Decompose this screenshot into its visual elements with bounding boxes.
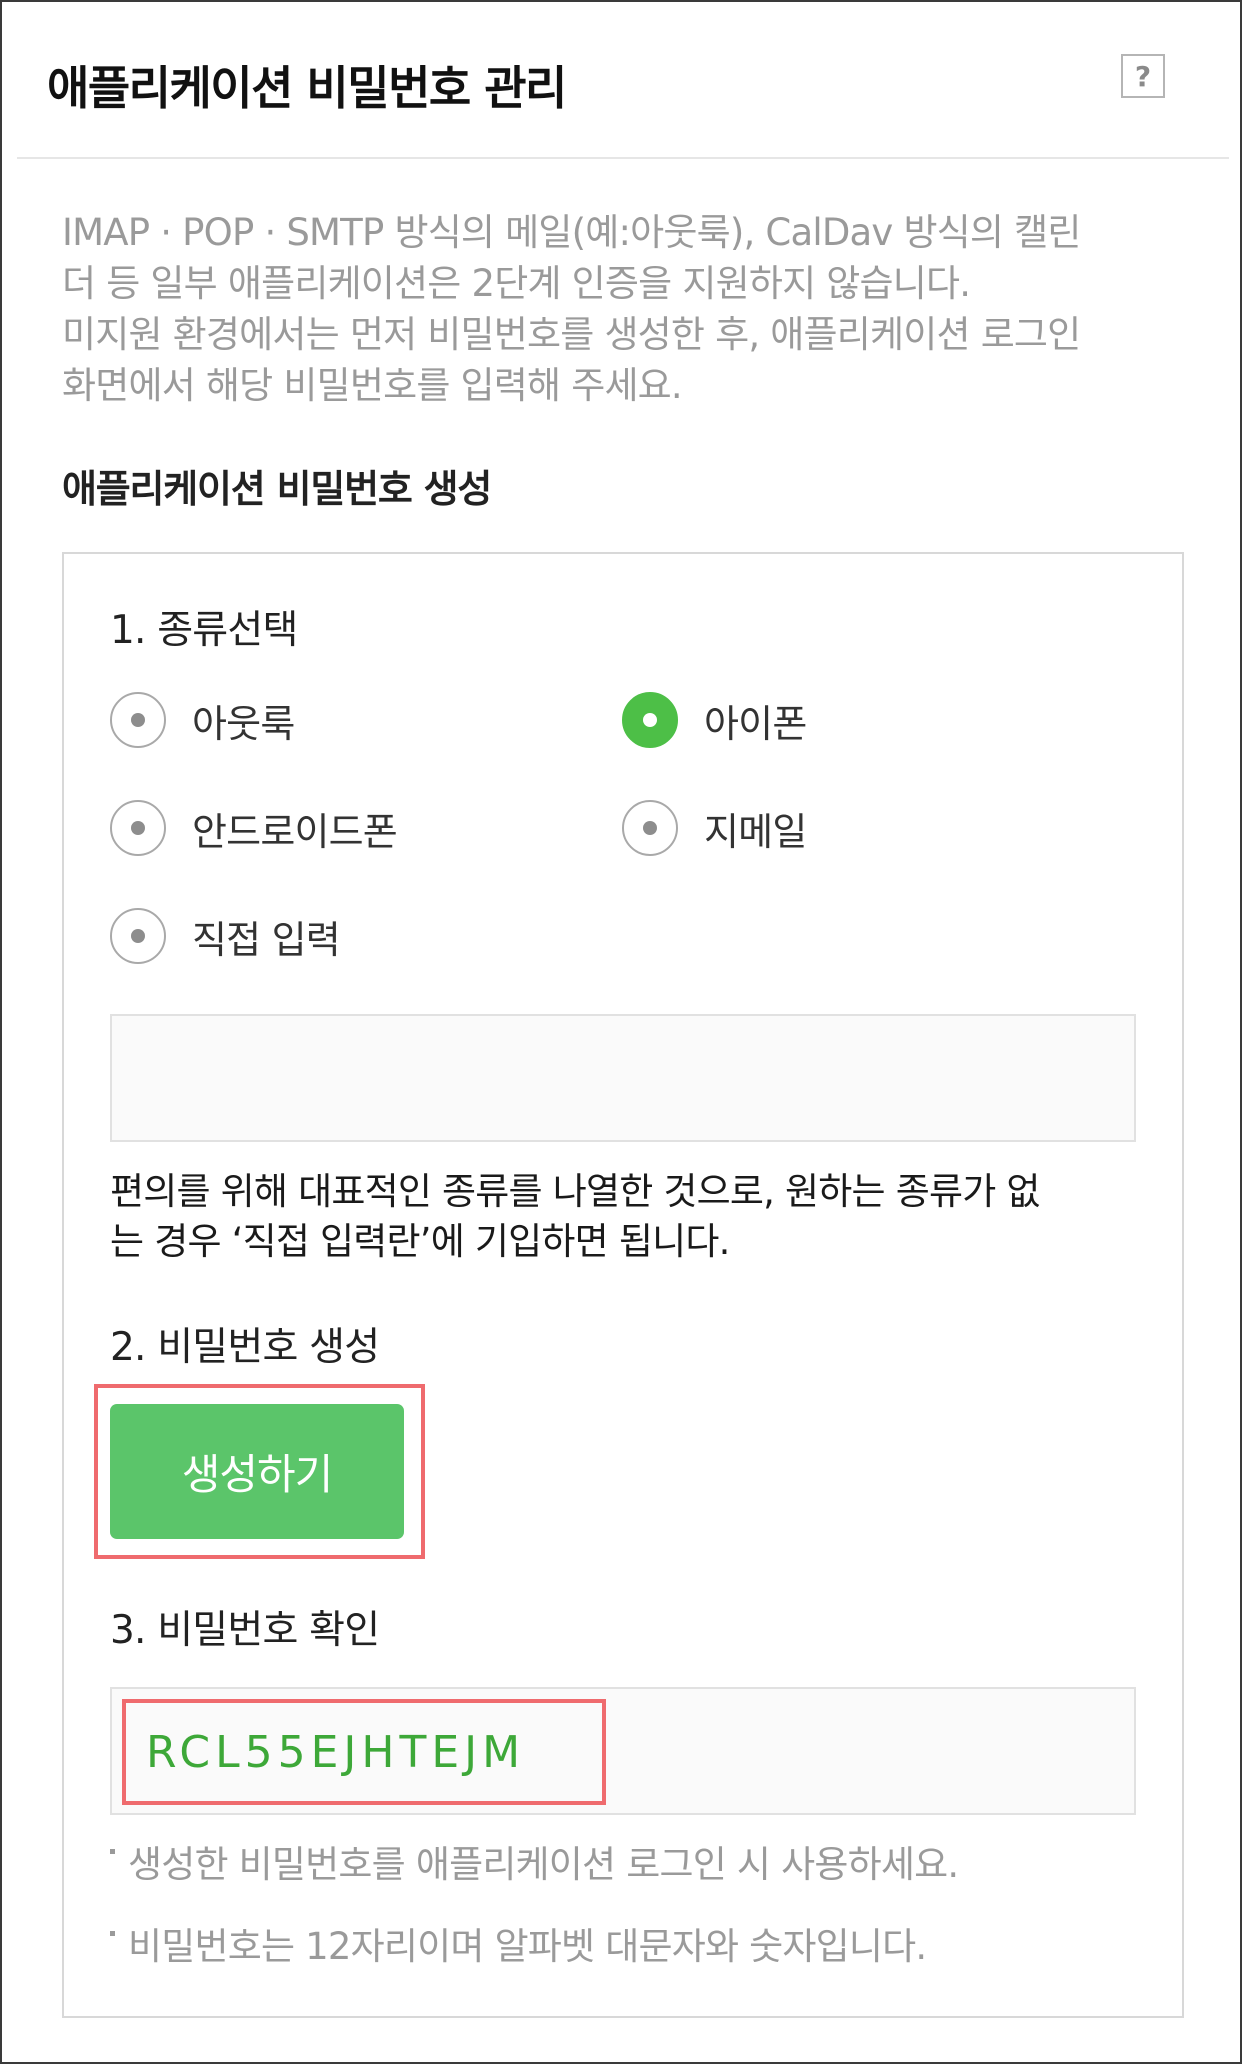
bullet-icon [110,1931,115,1936]
radio-button-icon [110,800,166,856]
question-mark-icon: ? [1134,59,1152,93]
page-title: 애플리케이션 비밀번호 관리 [47,61,567,115]
step3-title: 3. 비밀번호 확인 [110,1608,380,1653]
radio-iphone[interactable]: 아이폰 [622,690,807,750]
radio-button-checked-icon [622,692,678,748]
bullet-item: 생성한 비밀번호를 애플리케이션 로그인 시 사용하세요. [110,1834,959,1888]
radio-button-icon [110,692,166,748]
selection-note: 편의를 위해 대표적인 종류를 나열한 것으로, 원하는 종류가 없 는 경우 … [110,1167,1150,1267]
radio-label: 아웃룩 [192,701,295,746]
radio-label: 아이폰 [704,701,807,746]
password-generation-panel: 1. 종류선택 아웃룩 아이폰 안드로이드폰 지메일 직접 입력 편의를 위해 … [62,552,1184,2018]
radio-label: 직접 입력 [192,917,341,962]
radio-gmail[interactable]: 지메일 [622,798,807,858]
radio-custom[interactable]: 직접 입력 [110,906,341,966]
radio-label: 지메일 [704,809,807,854]
note-line: 는 경우 ‘직접 입력란’에 기입하면 됩니다. [110,1220,730,1263]
bullet-text: 비밀번호는 12자리이며 알파벳 대문자와 숫자입니다. [128,1925,927,1968]
bullet-icon [110,1849,115,1854]
intro-line: 더 등 일부 애플리케이션은 2단계 인증을 지원하지 않습니다. [62,262,971,305]
step2-title: 2. 비밀번호 생성 [110,1325,380,1370]
app-window: 애플리케이션 비밀번호 관리 ? IMAP · POP · SMTP 방식의 메… [0,0,1242,2064]
radio-label: 안드로이드폰 [192,809,398,854]
custom-type-input[interactable] [110,1014,1136,1142]
radio-android[interactable]: 안드로이드폰 [110,798,398,858]
intro-line: 미지원 환경에서는 먼저 비밀번호를 생성한 후, 애플리케이션 로그인 [62,313,1081,356]
intro-line: IMAP · POP · SMTP 방식의 메일(예:아웃룩), CalDav … [62,211,1081,254]
bullet-text: 생성한 비밀번호를 애플리케이션 로그인 시 사용하세요. [128,1843,959,1886]
intro-line: 화면에서 해당 비밀번호를 입력해 주세요. [62,364,683,407]
radio-button-icon [110,908,166,964]
section-title: 애플리케이션 비밀번호 생성 [62,467,492,511]
intro-description: IMAP · POP · SMTP 방식의 메일(예:아웃룩), CalDav … [62,207,1192,411]
note-line: 편의를 위해 대표적인 종류를 나열한 것으로, 원하는 종류가 없 [110,1170,1040,1213]
bullet-item: 비밀번호는 12자리이며 알파벳 대문자와 숫자입니다. [110,1916,927,1970]
highlight-box [122,1699,606,1805]
radio-outlook[interactable]: 아웃룩 [110,690,295,750]
step1-title: 1. 종류선택 [110,608,298,653]
help-button[interactable]: ? [1121,54,1165,98]
generate-button[interactable]: 생성하기 [110,1404,404,1539]
radio-button-icon [622,800,678,856]
